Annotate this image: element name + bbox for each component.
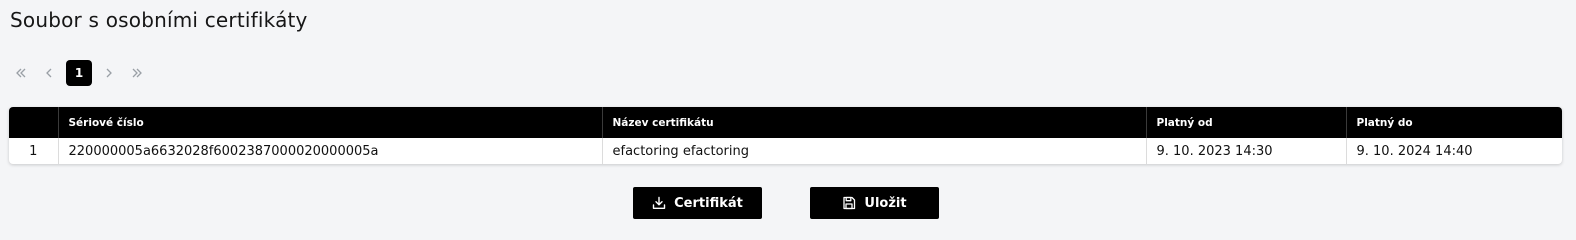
column-header-index — [9, 107, 59, 138]
table-row[interactable]: 1 220000005a6632028f6002387000020000005a… — [9, 138, 1562, 164]
serial-number-cell: 220000005a6632028f6002387000020000005a — [58, 138, 603, 164]
floppy-disk-icon — [843, 196, 856, 210]
valid-to-cell: 9. 10. 2024 14:40 — [1356, 143, 1473, 159]
chevron-left-icon — [46, 68, 52, 78]
column-header-name[interactable]: Název certifikátu — [602, 107, 1147, 138]
certificate-button-label: Certifikát — [674, 195, 743, 211]
certificates-table: Sériové číslo Název certifikátu Platný o… — [9, 107, 1562, 164]
download-icon — [652, 196, 666, 210]
table-header-row: Sériové číslo Název certifikátu Platný o… — [9, 107, 1562, 138]
last-page-button[interactable] — [126, 60, 148, 86]
valid-from-cell: 9. 10. 2023 14:30 — [1146, 138, 1347, 164]
certificate-name-cell: efactoring efactoring — [602, 138, 1147, 164]
column-header-valid-to[interactable]: Platný do — [1346, 107, 1562, 138]
current-page-button[interactable]: 1 — [66, 60, 92, 86]
action-bar: Certifikát Uložit — [0, 187, 1576, 219]
certificate-download-button[interactable]: Certifikát — [633, 187, 762, 219]
prev-page-button[interactable] — [38, 60, 60, 86]
double-chevron-right-icon — [132, 68, 142, 78]
chevron-right-icon — [106, 68, 112, 78]
double-chevron-left-icon — [16, 68, 26, 78]
save-button[interactable]: Uložit — [810, 187, 939, 219]
next-page-button[interactable] — [98, 60, 120, 86]
column-header-valid-from[interactable]: Platný od — [1146, 107, 1347, 138]
pagination: 1 — [10, 60, 154, 86]
row-index-cell: 1 — [9, 138, 59, 164]
column-header-serial[interactable]: Sériové číslo — [58, 107, 603, 138]
save-button-label: Uložit — [864, 195, 907, 211]
page-title: Soubor s osobními certifikáty — [10, 8, 308, 32]
first-page-button[interactable] — [10, 60, 32, 86]
